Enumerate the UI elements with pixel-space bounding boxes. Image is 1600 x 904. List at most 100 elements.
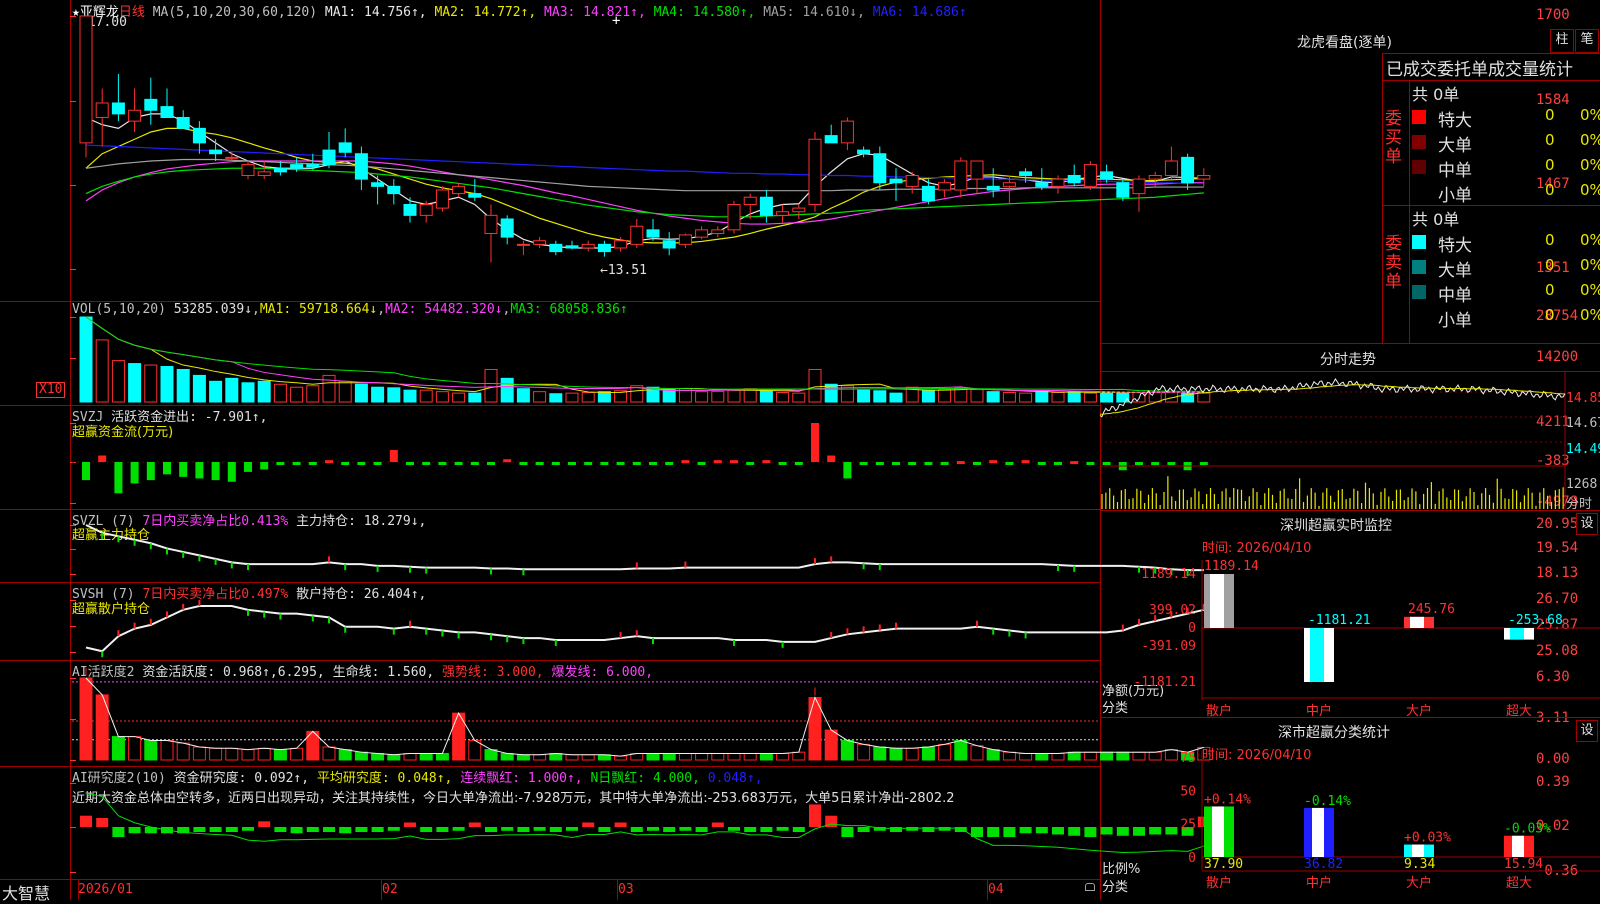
monitor-value-label: 1189.14 — [1204, 559, 1259, 574]
research-bar — [695, 827, 708, 832]
color-swatch — [1412, 135, 1426, 149]
activity-bar — [759, 752, 773, 761]
ai-activity-chart[interactable] — [0, 661, 1211, 766]
candle-body — [678, 234, 692, 245]
flow-bar — [697, 462, 706, 465]
activity-bar — [79, 677, 93, 761]
candle-body — [322, 149, 336, 166]
flow-bar — [1037, 462, 1046, 465]
intraday-chart[interactable] — [1099, 372, 1600, 510]
candle-body — [516, 243, 530, 246]
research-bar — [323, 827, 335, 832]
lock-icon[interactable] — [1085, 883, 1095, 891]
volume-bar — [371, 386, 385, 403]
monitor-y-tick: 1189.14 — [1141, 567, 1196, 582]
color-swatch — [1412, 185, 1426, 199]
ma-line-ma1 — [85, 113, 1204, 249]
order-count: 0 — [1545, 231, 1555, 249]
date-label: 02 — [382, 882, 398, 897]
activity-bar — [1083, 751, 1097, 761]
candle-body — [1197, 174, 1211, 180]
stat-title: 已成交委托单成交量统计 — [1386, 60, 1573, 80]
class-settings-button[interactable]: 设 — [1576, 720, 1598, 742]
research-bar — [728, 827, 740, 831]
candle-body — [209, 149, 223, 155]
activity-bar — [484, 749, 498, 761]
candle-body — [857, 149, 871, 155]
tick-view-button[interactable]: 笔 — [1575, 29, 1599, 53]
order-total: 共 0单 — [1412, 85, 1460, 104]
candle-body — [711, 229, 725, 234]
research-bar — [987, 827, 1000, 837]
activity-bar — [225, 747, 239, 761]
volume-bar — [565, 392, 579, 403]
money-flow-chart[interactable] — [0, 406, 1208, 509]
volume-bar — [776, 392, 790, 403]
flow-bar — [1021, 460, 1030, 464]
volume-bar — [581, 392, 595, 403]
volume-bar — [95, 339, 109, 403]
fs-vol-label: 1268 — [1566, 477, 1598, 492]
class-bar-chart[interactable]: 75 50 25 0 +0.14% 37.90 散户 -0.14% 36.82 中户 +0.03% 9… — [1100, 745, 1600, 900]
candle-body — [95, 102, 109, 118]
research-bar — [1035, 827, 1048, 834]
candle-body — [565, 245, 579, 249]
candle-body — [1067, 174, 1081, 184]
flow-bar — [600, 462, 609, 465]
flow-bar — [665, 462, 674, 465]
activity-line — [85, 677, 1204, 757]
volume-bar — [889, 392, 903, 403]
monitor-y-tick: 0 — [1188, 621, 1196, 636]
activity-bar — [549, 752, 563, 761]
flow-bar — [82, 462, 90, 481]
candle-body — [306, 164, 320, 168]
research-bar — [841, 827, 854, 837]
flow-bar — [98, 455, 107, 462]
activity-bar — [905, 747, 919, 761]
retail-holding-chart[interactable] — [0, 583, 1205, 660]
volume-bar — [468, 392, 482, 403]
research-bar — [452, 827, 465, 831]
flow-bar — [503, 459, 512, 463]
order-type-label: 特大 — [1438, 111, 1472, 131]
volume-bar — [1051, 392, 1065, 403]
class-change-label: +0.03% — [1404, 831, 1451, 846]
volume-bar — [435, 391, 449, 403]
flow-bar — [1086, 462, 1095, 465]
order-percent: 0% — [1580, 281, 1600, 299]
volume-bar — [290, 386, 304, 403]
volume-bar — [986, 391, 1000, 403]
volume-chart[interactable] — [0, 302, 1211, 405]
color-swatch — [1412, 160, 1426, 174]
activity-bar — [192, 746, 206, 761]
volume-bar — [322, 374, 336, 403]
order-count: 0 — [1545, 156, 1555, 174]
main-holding-chart[interactable] — [0, 510, 1204, 582]
monitor-y-tick: -1181.21 — [1133, 675, 1196, 690]
volume-ma-line — [85, 316, 1204, 394]
research-bar — [517, 827, 530, 832]
flow-bar — [130, 462, 139, 484]
ai-research-chart[interactable] — [0, 767, 1210, 879]
volume-bar — [1067, 391, 1081, 403]
volume-bar — [921, 389, 935, 403]
divider — [1409, 80, 1410, 343]
bar-view-button[interactable]: 柱 — [1550, 29, 1574, 53]
class-change-label: -0.14% — [1304, 794, 1351, 809]
research-bar — [404, 822, 416, 827]
candle-body — [1083, 164, 1097, 187]
order-type-label: 大单 — [1438, 261, 1472, 281]
research-bar — [1052, 827, 1064, 835]
volume-bar — [111, 360, 125, 403]
divider — [1100, 510, 1600, 511]
candlestick-chart[interactable] — [0, 0, 1211, 300]
research-bar — [1068, 827, 1081, 836]
monitor-bar-chart[interactable]: 1189.14399.020-391.09-1181.211189.14散户-1… — [1100, 540, 1600, 719]
flow-bar — [632, 462, 641, 465]
research-bar — [80, 815, 92, 827]
volume-bar — [1035, 390, 1049, 403]
monitor-settings-button[interactable]: 设 — [1576, 513, 1598, 535]
monitor-value-label: -1181.21 — [1308, 613, 1371, 628]
monitor-value-label: 245.76 — [1408, 602, 1455, 617]
color-swatch — [1412, 260, 1426, 274]
